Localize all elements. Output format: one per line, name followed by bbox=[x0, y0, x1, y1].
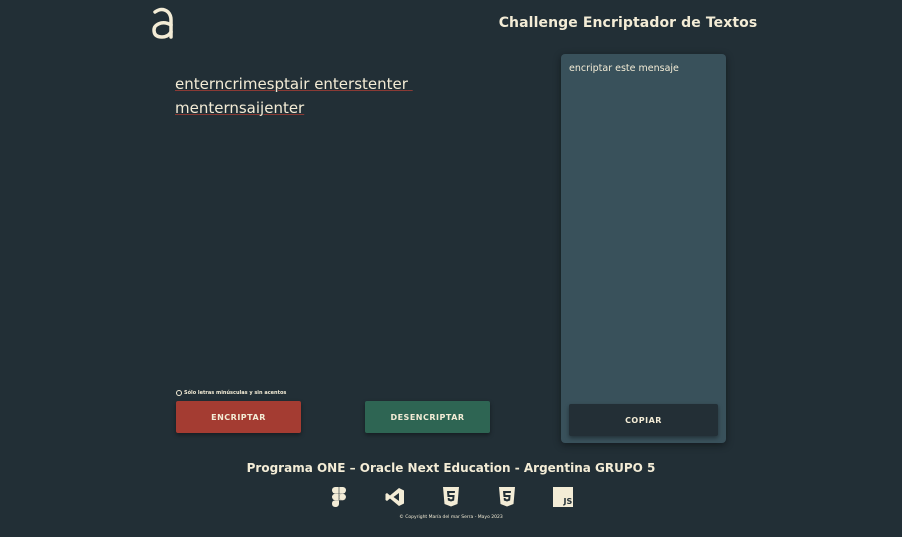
css3-icon bbox=[497, 487, 517, 507]
input-textarea[interactable]: enterncrimesptair enterstenter menternsa… bbox=[175, 72, 475, 372]
input-hint: Sólo letras minúsculas y sin acentos bbox=[176, 390, 286, 396]
alura-logo-icon bbox=[152, 7, 173, 39]
page-title: Challenge Encriptador de Textos bbox=[498, 15, 758, 31]
decrypt-button[interactable]: DESENCRIPTAR bbox=[365, 401, 490, 433]
javascript-icon: JS bbox=[553, 487, 573, 507]
svg-text:JS: JS bbox=[563, 497, 573, 506]
html5-icon bbox=[441, 487, 461, 507]
copyright-text: © Copyright María del mar Serra - Mayo 2… bbox=[399, 515, 503, 520]
copy-button[interactable]: COPIAR bbox=[569, 404, 718, 436]
tech-icons: JS bbox=[329, 487, 573, 507]
vscode-icon bbox=[385, 487, 405, 507]
encrypt-button[interactable]: ENCRIPTAR bbox=[176, 401, 301, 433]
footer-title: Programa ONE – Oracle Next Education - A… bbox=[246, 461, 656, 475]
output-text: encriptar este mensaje bbox=[569, 63, 679, 74]
info-icon bbox=[176, 390, 182, 396]
figma-icon bbox=[329, 487, 349, 507]
output-panel: encriptar este mensaje COPIAR bbox=[561, 54, 726, 443]
hint-text: Sólo letras minúsculas y sin acentos bbox=[184, 390, 287, 396]
